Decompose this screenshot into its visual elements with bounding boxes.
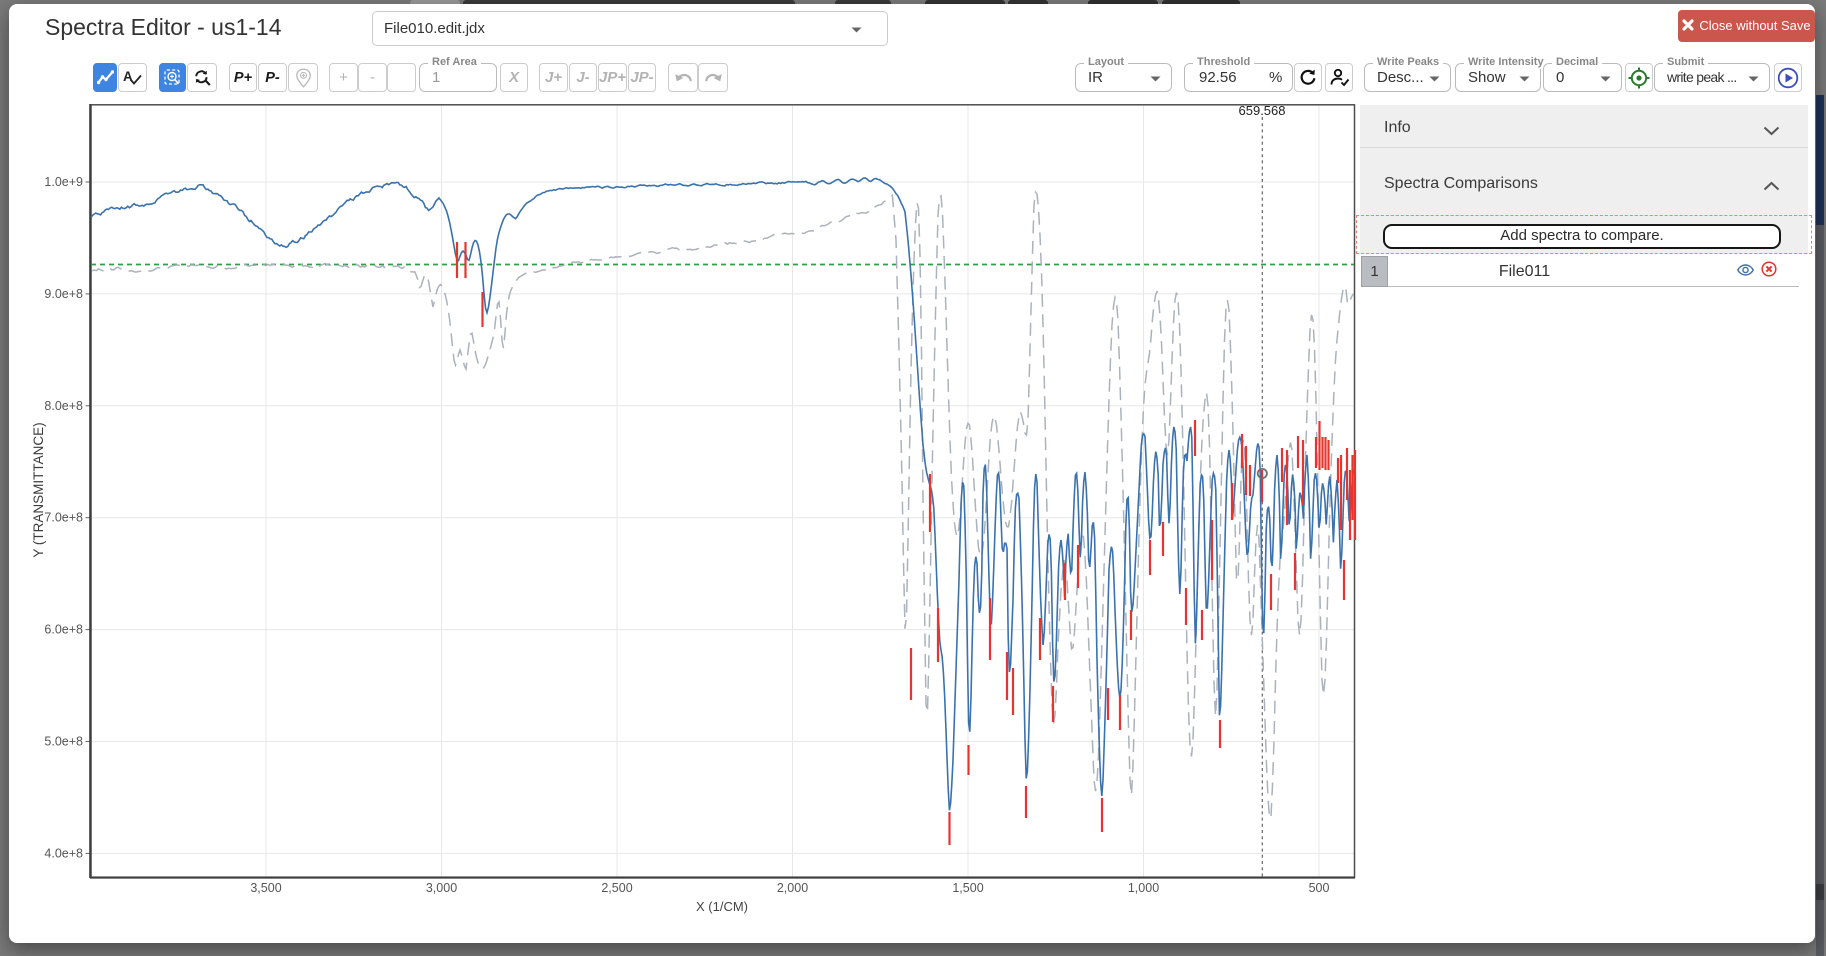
svg-text:8.0e+8: 8.0e+8 [44,399,83,413]
svg-text:9.0e+8: 9.0e+8 [44,287,83,301]
svg-text:6.0e+8: 6.0e+8 [44,623,83,637]
svg-text:3,500: 3,500 [250,881,281,895]
svg-text:500: 500 [1309,881,1330,895]
svg-text:1.0e+9: 1.0e+9 [44,175,83,189]
svg-text:X (1/CM): X (1/CM) [696,899,748,914]
svg-text:3,000: 3,000 [426,881,457,895]
svg-text:2,500: 2,500 [601,881,632,895]
svg-text:Y (TRANSMITTANCE): Y (TRANSMITTANCE) [31,422,46,557]
svg-text:2,000: 2,000 [777,881,808,895]
svg-text:659.568: 659.568 [1239,103,1286,118]
svg-text:4.0e+8: 4.0e+8 [44,846,83,860]
svg-text:7.0e+8: 7.0e+8 [44,511,83,525]
svg-text:1,000: 1,000 [1128,881,1159,895]
svg-text:1,500: 1,500 [952,881,983,895]
svg-text:5.0e+8: 5.0e+8 [44,735,83,749]
